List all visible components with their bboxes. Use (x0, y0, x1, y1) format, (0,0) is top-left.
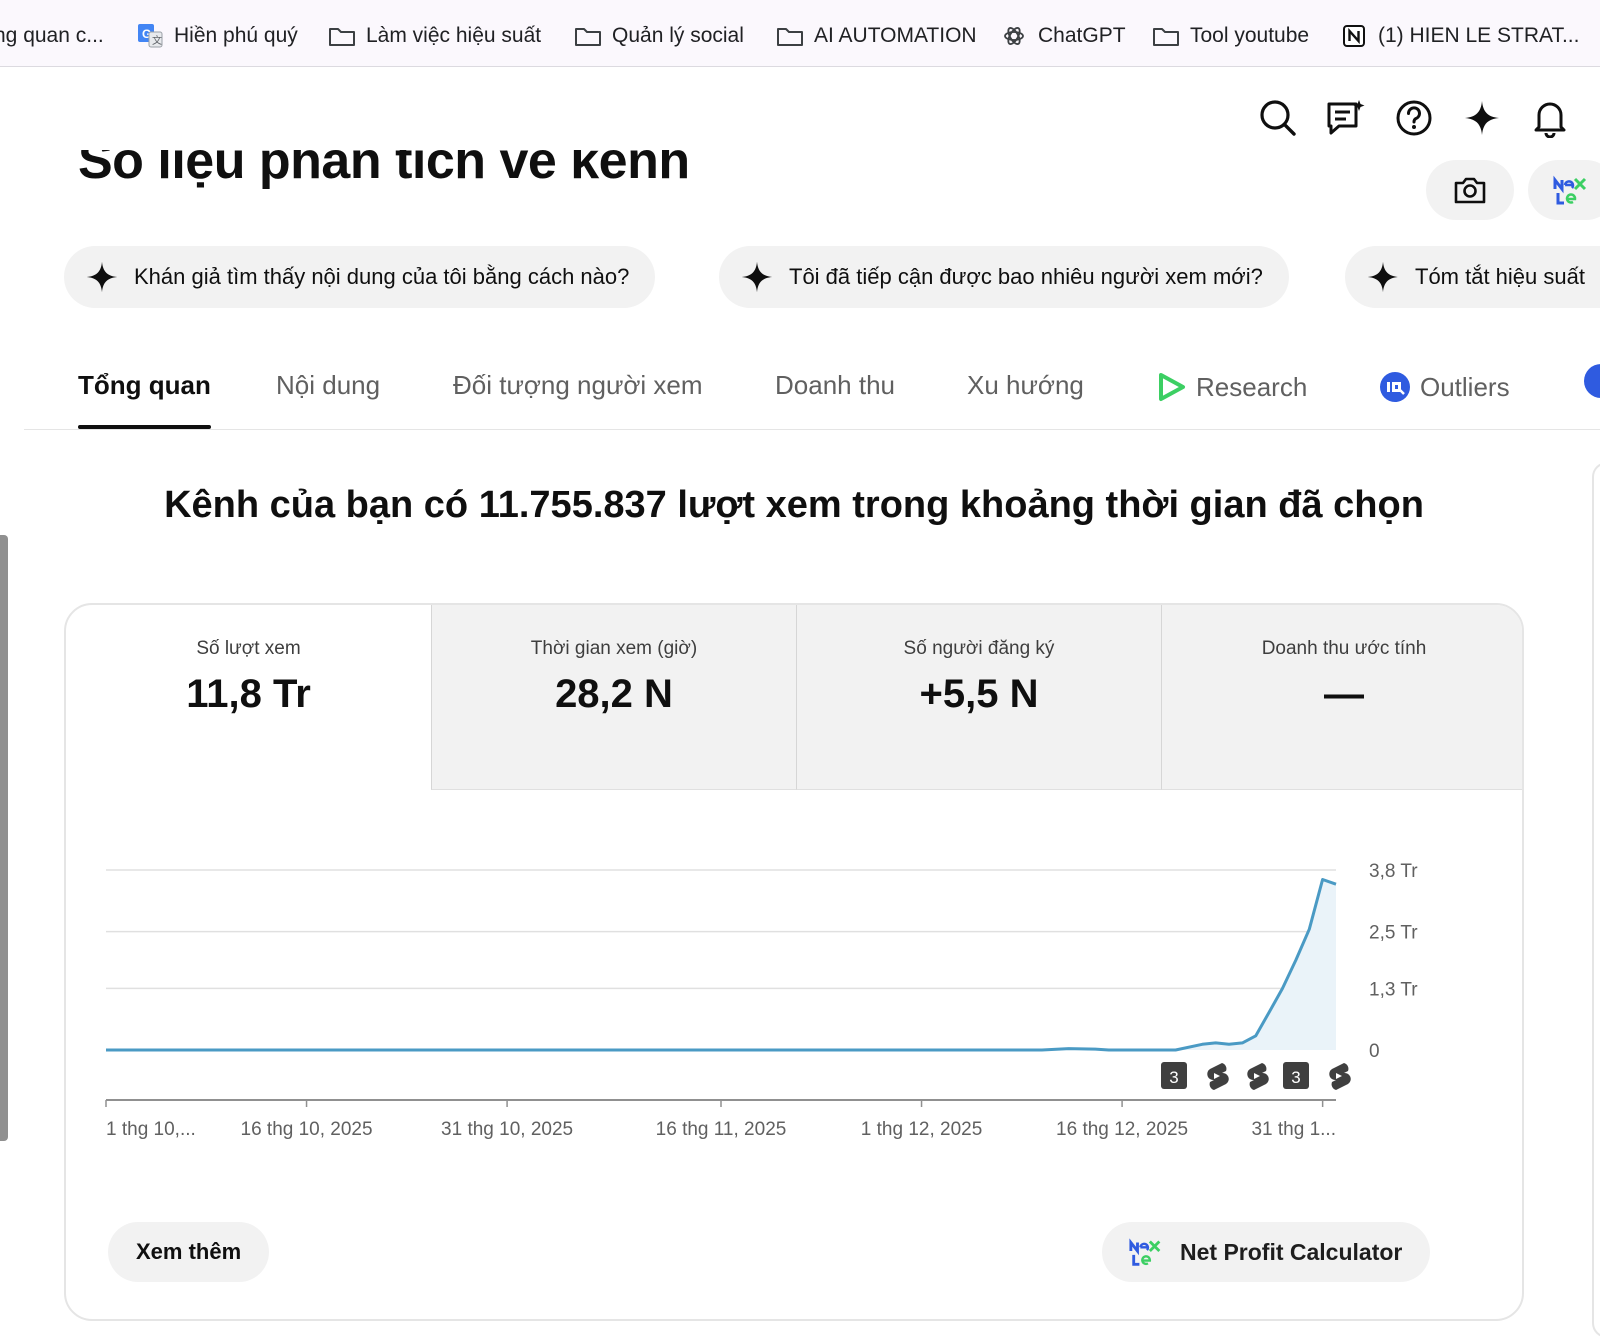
bookmark-item[interactable]: (1) HIEN LE STRAT... (1340, 22, 1579, 50)
notification-bell-icon[interactable] (1530, 98, 1570, 138)
metric-value: +5,5 N (919, 672, 1039, 716)
bookmark-label: AI AUTOMATION (814, 24, 977, 47)
publish-count-label: 3 (1169, 1068, 1178, 1087)
bookmark-label: Quản lý social (612, 24, 744, 47)
metric-estimated-revenue[interactable]: Doanh thu ước tính — (1161, 605, 1522, 790)
bookmark-item[interactable]: AI AUTOMATION (776, 22, 977, 50)
folder-icon (776, 22, 804, 50)
research-play-icon (1154, 370, 1188, 404)
tab-overview[interactable]: Tổng quan (78, 370, 211, 429)
net-profit-calculator-button[interactable]: Net Profit Calculator (1102, 1222, 1431, 1282)
bookmark-label: ng quan c... (0, 24, 104, 47)
bookmark-item[interactable]: Làm việc hiệu suất (328, 22, 541, 50)
metric-views[interactable]: Số lượt xem 11,8 Tr (66, 605, 431, 790)
camera-icon (1454, 177, 1486, 204)
nexlev-logo-icon (1553, 175, 1587, 205)
sparkle-icon (84, 259, 120, 295)
bookmark-label: (1) HIEN LE STRAT... (1378, 24, 1580, 47)
folder-icon (1152, 22, 1180, 50)
bookmark-item[interactable]: Tool youtube (1152, 22, 1309, 50)
tab-audience[interactable]: Đối tượng người xem (453, 370, 703, 401)
search-icon[interactable] (1258, 98, 1298, 138)
metric-value: — (1324, 672, 1364, 716)
screenshot-button[interactable] (1426, 160, 1514, 220)
x-tick-label: 1 thg 10,... (106, 1119, 196, 1140)
metric-subscribers[interactable]: Số người đăng ký +5,5 N (796, 605, 1161, 790)
nexlev-logo-icon (1129, 1238, 1161, 1266)
x-tick-label: 16 thg 10, 2025 (241, 1119, 373, 1140)
metric-label: Thời gian xem (giờ) (530, 638, 698, 659)
bookmark-label: ChatGPT (1038, 24, 1126, 47)
bookmark-label: Làm việc hiệu suất (366, 24, 542, 47)
chip-label: Tóm tắt hiệu suất (1415, 264, 1585, 289)
x-tick-label: 1 thg 12, 2025 (861, 1119, 983, 1140)
bookmark-item[interactable]: ChatGPT (1000, 22, 1126, 50)
chip-label: Tôi đã tiếp cận được bao nhiêu người xem… (789, 264, 1263, 289)
views-line (106, 878, 1337, 1052)
side-panel-edge (1592, 462, 1600, 1338)
x-tick-label: 16 thg 11, 2025 (656, 1119, 787, 1140)
x-tick-label: 16 thg 12, 2025 (1056, 1119, 1188, 1140)
tab-research[interactable]: Research (1154, 370, 1307, 404)
bookmark-item[interactable]: G文 Hiền phú quý (136, 22, 298, 50)
sparkle-icon (1365, 259, 1401, 295)
sparkle-icon[interactable] (1462, 98, 1502, 138)
overview-card: Số lượt xem 11,8 Tr Thời gian xem (giờ) … (64, 603, 1524, 1321)
metric-value: 28,2 N (555, 672, 673, 716)
metric-label: Số người đăng ký (903, 638, 1055, 659)
help-icon[interactable] (1394, 98, 1434, 138)
publish-count-label: 3 (1291, 1068, 1300, 1087)
folder-icon (328, 22, 356, 50)
outliers-icon (1378, 370, 1412, 404)
bookmark-label: Tool youtube (1190, 24, 1310, 47)
suggestion-chip-audience-discovery[interactable]: Khán giả tìm thấy nội dung của tôi bằng … (64, 246, 656, 308)
svg-text:文: 文 (152, 34, 162, 47)
chatgpt-icon (1000, 22, 1028, 50)
metric-watch-time[interactable]: Thời gian xem (giờ) 28,2 N (431, 605, 796, 790)
y-tick-label: 2,5 Tr (1369, 923, 1418, 944)
y-tick-label: 3,8 Tr (1369, 861, 1418, 882)
sparkle-icon (739, 259, 775, 295)
tab-outliers[interactable]: Outliers (1378, 370, 1510, 404)
folder-icon (574, 22, 602, 50)
tab-revenue[interactable]: Doanh thu (775, 370, 895, 401)
x-tick-label: 31 thg 10, 2025 (441, 1119, 573, 1140)
tab-content[interactable]: Nội dung (276, 370, 380, 401)
suggestion-chip-performance-summary[interactable]: Tóm tắt hiệu suất (1345, 246, 1600, 308)
header-actions (1258, 98, 1570, 138)
y-tick-label: 0 (1369, 1041, 1380, 1062)
extension-tab-icon[interactable] (1584, 364, 1600, 398)
views-chart[interactable]: 3,8 Tr 2,5 Tr 1,3 Tr 0 1 thg 10,... 16 thg 10… (66, 790, 1524, 1190)
metric-label: Số lượt xem (196, 638, 301, 659)
page-title: Số liệu phân tích về kênh (78, 150, 690, 190)
x-tick-label: 31 thg 1... (1251, 1119, 1336, 1140)
bookmark-label: Hiền phú quý (174, 24, 298, 47)
metric-value: 11,8 Tr (186, 672, 311, 716)
left-scrollbar[interactable] (0, 535, 8, 1141)
analytics-tabs: Tổng quan Nội dung Đối tượng người xem D… (24, 340, 1600, 430)
chip-label: Khán giả tìm thấy nội dung của tôi bằng … (134, 264, 630, 289)
bookmark-item[interactable]: ng quan c... (0, 22, 104, 50)
nexlev-button[interactable] (1528, 160, 1600, 220)
views-headline: Kênh của bạn có 11.755.837 lượt xem tron… (164, 484, 1424, 526)
feedback-icon[interactable] (1326, 98, 1366, 138)
bookmarks-bar: ng quan c... G文 Hiền phú quý Làm việc hi… (0, 0, 1600, 67)
views-area (106, 879, 1336, 1050)
see-more-button[interactable]: Xem thêm (108, 1222, 270, 1282)
notion-icon (1340, 22, 1368, 50)
y-tick-label: 1,3 Tr (1369, 979, 1418, 1000)
button-label: Net Profit Calculator (1180, 1238, 1403, 1265)
google-translate-icon: G文 (136, 22, 164, 50)
tab-trends[interactable]: Xu hướng (967, 370, 1084, 401)
suggestion-chip-new-viewers[interactable]: Tôi đã tiếp cận được bao nhiêu người xem… (719, 246, 1289, 308)
metric-label: Doanh thu ước tính (1261, 638, 1427, 659)
bookmark-item[interactable]: Quản lý social (574, 22, 744, 50)
